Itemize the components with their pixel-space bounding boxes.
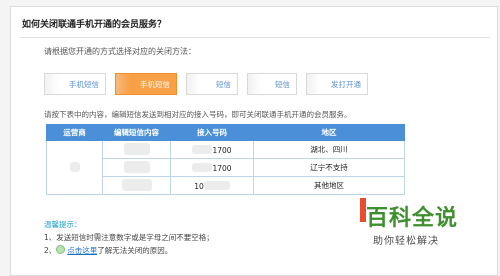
tab-sms-1[interactable]: 手机短信 (44, 73, 106, 95)
click-here-link[interactable]: 点击这里 (67, 246, 97, 255)
tab-label: 短信 (216, 79, 231, 89)
watermark-subtitle: 助你轻松解决 (373, 236, 439, 247)
tab-label: 发打开通 (331, 79, 361, 89)
sms-content-cell (102, 158, 171, 177)
table-header-row: 运营商 编辑短信内容 接入号码 地区 (46, 124, 405, 141)
title-divider (20, 37, 490, 38)
carrier-cell (46, 140, 103, 195)
sms-content-cell (102, 140, 171, 159)
tab-label: 手机短信 (69, 79, 99, 89)
col-sms-content: 编辑短信内容 (102, 124, 171, 141)
tip-item-2: 2、 点击这里了解无法关闭的原因。 (44, 245, 173, 255)
number-cell: 1700 (170, 140, 254, 159)
question-title: 如何关闭联通手机开通的会员服务？ (22, 20, 167, 30)
tab-open-method[interactable]: 发打开通 (306, 73, 368, 95)
tab-sms-4[interactable]: 短信 (247, 73, 297, 95)
info-dot-icon (56, 245, 66, 254)
tip-item-1: 1、发送短信时需注意数字或是字母之间不要空格； (44, 233, 214, 242)
table-instruction: 请按下表中的内容，编辑短信发送到相对应的接入号码，即可关闭联通手机开通的会员服务… (44, 110, 352, 119)
sms-content-cell (102, 176, 171, 195)
tab-label: 短信 (275, 79, 290, 89)
table-row: 1700 湖北、四川 (46, 140, 405, 195)
number-cell: 10 (170, 176, 254, 195)
region-cell: 湖北、四川 (253, 140, 405, 159)
tab-sms-3[interactable]: 短信 (186, 73, 238, 95)
col-region: 地区 (253, 124, 405, 141)
tab-label: 手机短信 (140, 79, 170, 89)
service-table: 运营商 编辑短信内容 接入号码 地区 1700 湖北、四川 1700 辽宁不支持… (46, 124, 405, 195)
col-access-number: 接入号码 (170, 124, 254, 141)
method-tabs: 手机短信 手机短信 短信 短信 发打开通 (44, 73, 368, 97)
region-cell: 其他地区 (253, 176, 405, 195)
number-cell: 1700 (170, 158, 254, 177)
region-cell: 辽宁不支持 (253, 158, 405, 177)
tips-title: 温馨提示： (44, 220, 82, 229)
watermark-title: 百科全说 (366, 206, 459, 231)
method-instruction: 请根据您开通的方式选择对应的关闭方法： (44, 47, 196, 56)
col-carrier: 运营商 (46, 124, 103, 141)
tab-sms-2-active[interactable]: 手机短信 (115, 73, 177, 95)
